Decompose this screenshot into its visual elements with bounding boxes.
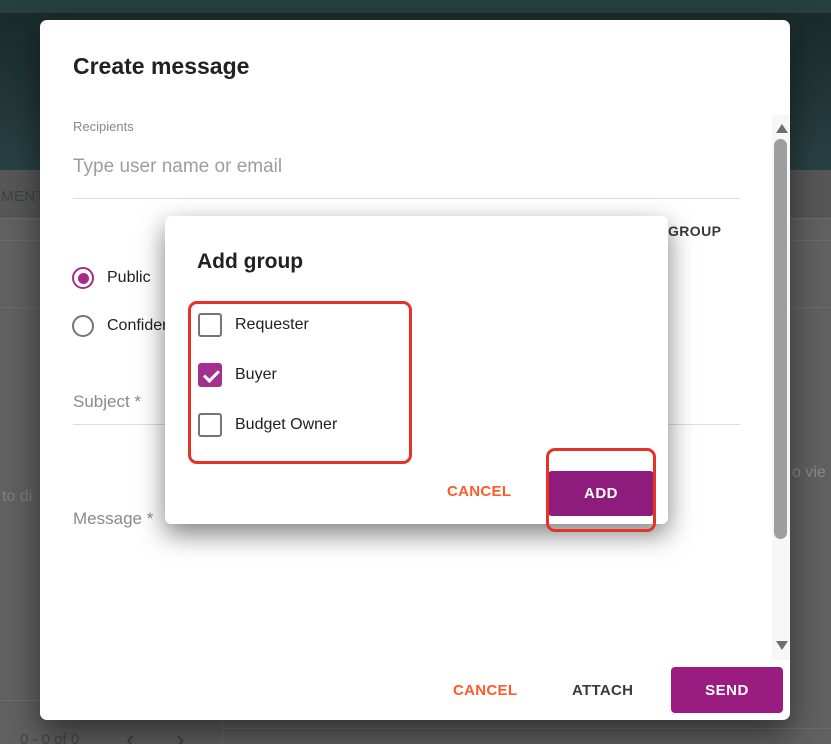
recipients-input[interactable] bbox=[73, 156, 653, 178]
screen: MENT to di o vie 0 - 0 of 0 ‹ › Create m… bbox=[0, 0, 831, 744]
group-option-budget-owner[interactable]: Budget Owner bbox=[198, 413, 498, 439]
recipients-underline bbox=[73, 198, 740, 199]
radio-icon[interactable] bbox=[72, 315, 94, 337]
background-footer-divider bbox=[222, 728, 831, 729]
radio-label: Public bbox=[107, 269, 151, 287]
add-group-dialog: Add group Requester Buyer Budget Owner C… bbox=[165, 216, 668, 524]
add-group-title: Add group bbox=[197, 250, 303, 274]
checkbox-icon[interactable] bbox=[198, 313, 222, 337]
background-divider bbox=[0, 700, 40, 701]
add-group-cancel-button[interactable]: CANCEL bbox=[447, 483, 511, 500]
cancel-button[interactable]: CANCEL bbox=[453, 682, 517, 699]
subject-label: Subject * bbox=[73, 392, 141, 412]
radio-icon[interactable] bbox=[72, 267, 94, 289]
add-group-add-button[interactable]: ADD bbox=[548, 471, 654, 516]
send-button[interactable]: SEND bbox=[671, 667, 783, 713]
browser-top-strip bbox=[0, 0, 831, 13]
next-page-icon[interactable]: › bbox=[176, 726, 185, 744]
create-message-title: Create message bbox=[73, 53, 249, 80]
group-option-buyer[interactable]: Buyer bbox=[198, 363, 498, 389]
pagination-range-label: 0 - 0 of 0 bbox=[20, 731, 79, 744]
checkbox-label: Budget Owner bbox=[235, 416, 337, 434]
checkbox-label: Requester bbox=[235, 316, 309, 334]
background-tab-label: MENT bbox=[1, 188, 46, 205]
scroll-down-icon[interactable] bbox=[776, 641, 788, 650]
message-label: Message * bbox=[73, 509, 153, 529]
add-group-button[interactable]: GROUP bbox=[668, 223, 721, 239]
background-text-fragment: o vie bbox=[792, 464, 826, 482]
checkbox-icon[interactable] bbox=[198, 413, 222, 437]
group-option-requester[interactable]: Requester bbox=[198, 313, 498, 339]
previous-page-icon[interactable]: ‹ bbox=[126, 726, 135, 744]
dialog-scrollbar-thumb[interactable] bbox=[774, 139, 787, 539]
checkbox-icon[interactable] bbox=[198, 363, 222, 387]
recipients-label: Recipients bbox=[73, 119, 134, 134]
scroll-up-icon[interactable] bbox=[776, 124, 788, 133]
checkbox-label: Buyer bbox=[235, 366, 277, 384]
attach-button[interactable]: ATTACH bbox=[572, 682, 633, 699]
background-text-fragment: to di bbox=[2, 488, 32, 506]
